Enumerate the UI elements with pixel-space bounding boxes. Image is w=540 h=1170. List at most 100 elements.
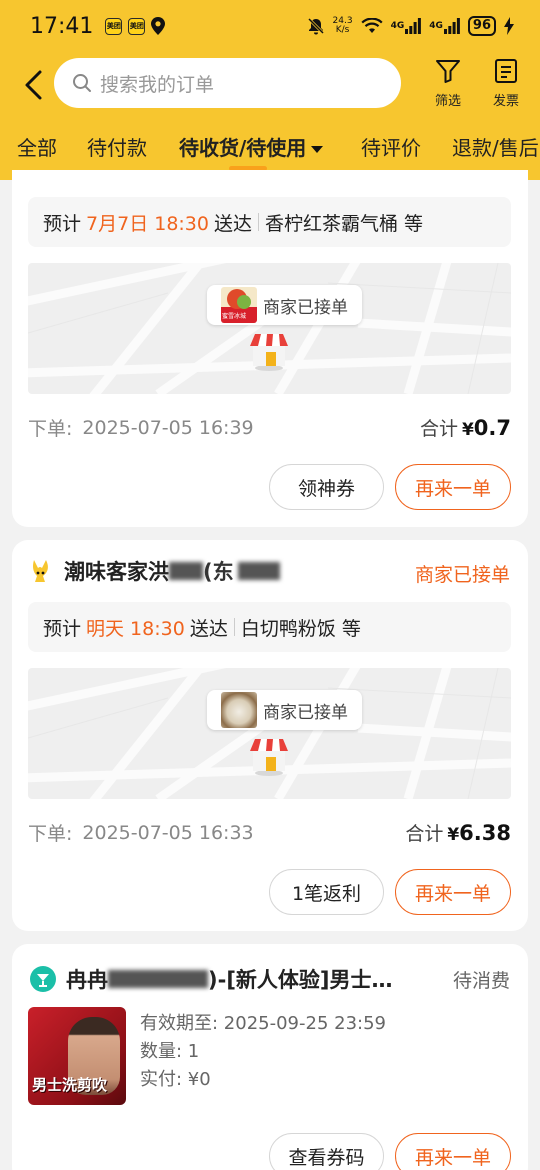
eta-prefix: 预计 (43, 617, 82, 640)
shop-food-thumbnail (221, 692, 257, 728)
net-speed: 24.3 K/s (333, 17, 353, 35)
cocktail-icon (30, 966, 56, 992)
order-status: 待消费 (452, 970, 510, 992)
view-voucher-code-button[interactable]: 查看券码 (269, 1133, 384, 1170)
tab-refund-aftersale[interactable]: 退款/售后 (452, 132, 539, 161)
signal-type-1: 4G (390, 21, 405, 31)
status-time: 17:41 (30, 13, 94, 39)
mute-bell-icon (307, 17, 325, 35)
net-speed-unit: K/s (335, 25, 350, 35)
currency: ¥ (461, 419, 474, 440)
service-thumbnail-text: 男士洗剪吹 (32, 1076, 108, 1094)
delivery-map[interactable]: 商家已接单 (28, 668, 511, 799)
meituan-app-icon: 美团 (105, 17, 123, 35)
back-arrow-icon[interactable] (22, 68, 46, 104)
eta-time: 明天 18:30 (86, 617, 185, 640)
wifi-icon (361, 18, 383, 34)
signal-type-2: 4G (429, 21, 443, 31)
shop-icon (250, 334, 288, 371)
redacted-text (237, 562, 280, 580)
search-icon (73, 74, 91, 92)
filter-icon (436, 60, 460, 83)
order-items: 白切鸭粉饭 等 (240, 617, 361, 640)
order-time-label: 下单: (28, 418, 73, 440)
valid-until: 有效期至: 2025-09-25 23:59 (140, 1013, 386, 1034)
location-icon (151, 17, 166, 35)
redacted-text (108, 970, 208, 988)
tab-pending-payment[interactable]: 待付款 (87, 132, 147, 161)
tab-pending-receipt[interactable]: 待收货/待使用 (179, 132, 324, 171)
order-time-label: 下单: (28, 823, 73, 845)
signal-icon-2: 4G (429, 18, 460, 34)
order-card[interactable]: 预计 7月7日 18:30 送达 香柠红茶霸气桶 等 蜜雪冰城 商家已接单 下单… (12, 170, 528, 527)
invoice-icon (495, 59, 517, 83)
order-meta: 下单: 2025-07-05 16:33 合计 ¥6.38 (28, 819, 511, 846)
total-label: 合计 (405, 823, 444, 845)
divider (258, 213, 260, 231)
map-status-text: 商家已接单 (263, 702, 348, 723)
total-amount: ¥6.38 (447, 821, 511, 845)
quantity: 数量: 1 (140, 1041, 200, 1062)
order-card[interactable]: 冉冉 )-[新人体验]男士… 待消费 男士洗剪吹 有效期至: 2025-09-2… (12, 944, 528, 1170)
nav-bar: 搜索我的订单 筛选 发票 (0, 52, 540, 120)
tab-pending-receipt-label: 待收货/待使用 (179, 136, 307, 160)
order-time: 2025-07-05 16:33 (82, 821, 254, 844)
meituan-app-icon: 美团 (128, 17, 146, 35)
deal-title: )-[新人体验]男士… (208, 968, 393, 992)
amount-value: 0.7 (473, 415, 511, 440)
header-area: 17:41 美团 美团 24.3 K/s 4G 4G 96 搜索我的订单 筛选 … (0, 0, 540, 180)
shop-name[interactable]: 冉冉 )-[新人体验]男士… (30, 964, 393, 994)
map-status-bubble: 蜜雪冰城 商家已接单 (207, 285, 362, 325)
eta-suffix: 送达 (214, 212, 253, 235)
reorder-button[interactable]: 再来一单 (395, 1133, 511, 1170)
amount-value: 6.38 (459, 820, 511, 845)
map-status-bubble: 商家已接单 (207, 690, 362, 730)
reorder-button[interactable]: 再来一单 (395, 869, 511, 915)
invoice-button[interactable]: 发票 (484, 58, 528, 109)
shop-name-tail: (东 (203, 560, 234, 584)
caret-down-icon (311, 145, 324, 153)
cashback-button[interactable]: 1笔返利 (269, 869, 384, 915)
shop-icon (250, 739, 288, 776)
eta-time: 7月7日 18:30 (86, 212, 209, 235)
shop-logo-text: 蜜雪冰城 (222, 313, 247, 320)
battery-indicator: 96 (467, 16, 496, 36)
signal-icon: 4G (391, 18, 422, 34)
order-status: 商家已接单 (414, 564, 510, 586)
shop-mascot-icon (33, 560, 48, 582)
shop-logo-mixue: 蜜雪冰城 (221, 287, 257, 323)
divider (233, 618, 235, 636)
shop-name[interactable]: 潮味客家洪 (东 (28, 556, 280, 586)
shop-name-text: 潮味客家洪 (64, 560, 169, 584)
search-placeholder: 搜索我的订单 (100, 73, 215, 96)
charging-bolt-icon (504, 17, 514, 35)
order-search-input[interactable]: 搜索我的订单 (54, 58, 401, 108)
redacted-text (169, 562, 203, 580)
order-time: 2025-07-05 16:39 (82, 416, 254, 439)
service-thumbnail: 男士洗剪吹 (28, 1007, 126, 1105)
currency: ¥ (447, 824, 460, 845)
reorder-button[interactable]: 再来一单 (395, 464, 511, 510)
shop-name-prefix: 冉冉 (66, 968, 108, 992)
total-label: 合计 (419, 418, 458, 440)
filter-label: 筛选 (434, 94, 461, 109)
order-meta: 下单: 2025-07-05 16:39 合计 ¥0.7 (28, 414, 511, 441)
delivery-map[interactable]: 蜜雪冰城 商家已接单 (28, 263, 511, 394)
invoice-label: 发票 (492, 94, 519, 109)
voucher-info: 有效期至: 2025-09-25 23:59 数量: 1 实付: ¥0 (140, 1010, 386, 1094)
paid-amount: 实付: ¥0 (140, 1069, 211, 1090)
tab-all[interactable]: 全部 (17, 132, 57, 161)
order-items: 香柠红茶霸气桶 等 (265, 212, 424, 235)
status-bar: 17:41 美团 美团 24.3 K/s 4G 4G 96 (0, 0, 540, 52)
delivery-eta: 预计 明天 18:30 送达 白切鸭粉饭 等 (28, 602, 511, 652)
order-card[interactable]: 潮味客家洪 (东 商家已接单 预计 明天 18:30 送达 白切鸭粉饭 等 商家… (12, 540, 528, 931)
claim-coupon-button[interactable]: 领神券 (269, 464, 384, 510)
total-amount: ¥0.7 (462, 416, 511, 440)
eta-suffix: 送达 (189, 617, 228, 640)
map-streets (28, 668, 511, 799)
filter-button[interactable]: 筛选 (426, 58, 470, 109)
eta-prefix: 预计 (43, 212, 82, 235)
map-streets (28, 263, 511, 394)
tab-pending-review[interactable]: 待评价 (361, 132, 421, 161)
map-status-text: 商家已接单 (263, 297, 348, 318)
